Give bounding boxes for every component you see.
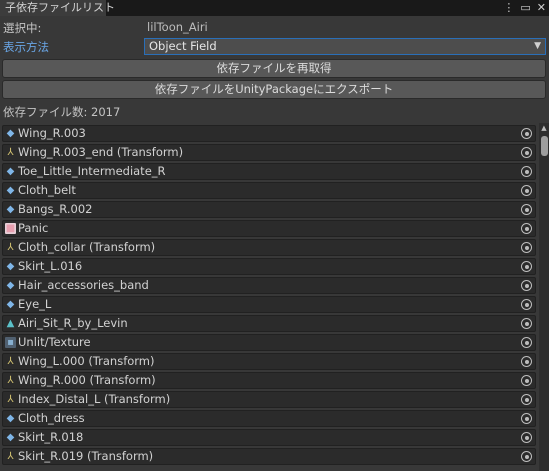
menu-icon[interactable]: ⋮ bbox=[503, 0, 514, 16]
mesh-icon: ◆ bbox=[6, 128, 15, 139]
list-item-label: Unlit/Texture bbox=[18, 335, 91, 349]
list-item-label: Cloth_collar (Transform) bbox=[18, 240, 156, 254]
object-picker-icon[interactable] bbox=[521, 356, 532, 367]
list-item[interactable]: ▲ Airi_Sit_R_by_Levin bbox=[2, 315, 536, 332]
mesh-icon: ◆ bbox=[6, 413, 15, 424]
list-item[interactable]: ◆ Cloth_belt bbox=[2, 182, 536, 199]
list-item-label: Wing_R.003 bbox=[18, 126, 86, 140]
texture-icon: ■ bbox=[5, 223, 16, 234]
export-unitypackage-button[interactable]: 依存ファイルをUnityPackageにエクスポート bbox=[2, 80, 546, 99]
list-item-label: Toe_Little_Intermediate_R bbox=[18, 164, 166, 178]
selected-label: 選択中: bbox=[3, 21, 42, 35]
tab-bar: 子依存ファイルリスト ⋮ ▭ ✕ bbox=[0, 0, 549, 16]
object-picker-icon[interactable] bbox=[521, 204, 532, 215]
list-item[interactable]: ◆ Hair_accessories_band bbox=[2, 277, 536, 294]
transform-icon: ⅄ bbox=[7, 147, 14, 158]
dependency-list: ◆ Wing_R.003 ⅄ Wing_R.003_end (Transform) ◆ T… bbox=[0, 123, 538, 471]
shader-icon: ▪ bbox=[5, 337, 16, 348]
list-item[interactable]: ⅄ Wing_R.003_end (Transform) bbox=[2, 144, 536, 161]
object-picker-icon[interactable] bbox=[521, 185, 532, 196]
list-item-label: Skirt_L.016 bbox=[18, 259, 83, 273]
list-item[interactable]: ◆ Toe_Little_Intermediate_R bbox=[2, 163, 536, 180]
object-picker-icon[interactable] bbox=[521, 242, 532, 253]
list-item-label: Wing_R.003_end (Transform) bbox=[18, 145, 184, 159]
object-picker-icon[interactable] bbox=[521, 223, 532, 234]
list-item-label: Skirt_R.019 (Transform) bbox=[18, 449, 154, 463]
list-item-label: Panic bbox=[18, 221, 49, 235]
list-item-label: Wing_R.000 (Transform) bbox=[18, 373, 156, 387]
list-item[interactable]: ■ Panic bbox=[2, 220, 536, 237]
transform-icon: ⅄ bbox=[7, 394, 14, 405]
object-picker-icon[interactable] bbox=[521, 451, 532, 462]
mesh-icon: ◆ bbox=[6, 166, 15, 177]
object-picker-icon[interactable] bbox=[521, 280, 532, 291]
mesh-icon: ◆ bbox=[6, 432, 15, 443]
scrollbar-thumb[interactable] bbox=[541, 136, 548, 156]
list-item[interactable]: ▪ Unlit/Texture bbox=[2, 334, 536, 351]
mesh-icon: ◆ bbox=[6, 280, 15, 291]
list-item[interactable]: ◆ Bangs_R.002 bbox=[2, 201, 536, 218]
close-icon[interactable]: ✕ bbox=[537, 0, 546, 16]
object-picker-icon[interactable] bbox=[521, 318, 532, 329]
list-item-label: Airi_Sit_R_by_Levin bbox=[18, 316, 128, 330]
list-item-label: Index_Distal_L (Transform) bbox=[18, 392, 171, 406]
object-picker-icon[interactable] bbox=[521, 261, 532, 272]
object-picker-icon[interactable] bbox=[521, 166, 532, 177]
object-picker-icon[interactable] bbox=[521, 299, 532, 310]
object-picker-icon[interactable] bbox=[521, 375, 532, 386]
mesh-icon: ◆ bbox=[6, 204, 15, 215]
list-item-label: Cloth_belt bbox=[18, 183, 76, 197]
list-item[interactable]: ⅄ Skirt_R.019 (Transform) bbox=[2, 448, 536, 465]
scroll-up-arrow[interactable]: ▲ bbox=[539, 123, 549, 133]
display-mode-dropdown[interactable]: Object Field ▼ bbox=[144, 38, 546, 55]
display-mode-value: Object Field bbox=[149, 39, 217, 53]
object-picker-icon[interactable] bbox=[521, 432, 532, 443]
mesh-icon: ◆ bbox=[6, 261, 15, 272]
list-item[interactable]: ⅄ Wing_R.000 (Transform) bbox=[2, 372, 536, 389]
object-picker-icon[interactable] bbox=[521, 128, 532, 139]
vertical-scrollbar[interactable]: ▲ bbox=[539, 123, 549, 471]
list-item[interactable]: ◆ Skirt_L.016 bbox=[2, 258, 536, 275]
list-item[interactable]: ⅄ Cloth_collar (Transform) bbox=[2, 239, 536, 256]
chevron-down-icon: ▼ bbox=[534, 41, 541, 51]
window-controls: ⋮ ▭ ✕ bbox=[503, 0, 546, 16]
selected-value: lilToon_Airi bbox=[147, 20, 208, 34]
list-item-label: Bangs_R.002 bbox=[18, 202, 93, 216]
object-picker-icon[interactable] bbox=[521, 413, 532, 424]
object-picker-icon[interactable] bbox=[521, 147, 532, 158]
transform-icon: ⅄ bbox=[7, 375, 14, 386]
tab-dependency-list[interactable]: 子依存ファイルリスト bbox=[0, 0, 115, 16]
list-item-label: Hair_accessories_band bbox=[18, 278, 149, 292]
list-item[interactable]: ⅄ Index_Distal_L (Transform) bbox=[2, 391, 536, 408]
display-mode-label: 表示方法 bbox=[3, 40, 49, 54]
list-item-label: Eye_L bbox=[18, 297, 52, 311]
maximize-icon[interactable]: ▭ bbox=[520, 0, 530, 16]
object-picker-icon[interactable] bbox=[521, 337, 532, 348]
list-item-label: Cloth_dress bbox=[18, 411, 85, 425]
object-picker-icon[interactable] bbox=[521, 394, 532, 405]
list-item[interactable]: ◆ Cloth_dress bbox=[2, 410, 536, 427]
animation-icon: ▲ bbox=[6, 318, 15, 329]
transform-icon: ⅄ bbox=[7, 451, 14, 462]
mesh-icon: ◆ bbox=[6, 299, 15, 310]
list-item[interactable]: ⅄ Wing_L.000 (Transform) bbox=[2, 353, 536, 370]
transform-icon: ⅄ bbox=[7, 356, 14, 367]
list-item[interactable]: ◆ Skirt_R.018 bbox=[2, 429, 536, 446]
refresh-dependencies-button[interactable]: 依存ファイルを再取得 bbox=[2, 59, 546, 78]
mesh-icon: ◆ bbox=[6, 185, 15, 196]
list-item-label: Wing_L.000 (Transform) bbox=[18, 354, 155, 368]
dependency-count: 依存ファイル数: 2017 bbox=[3, 105, 121, 119]
transform-icon: ⅄ bbox=[7, 242, 14, 253]
list-item-label: Skirt_R.018 bbox=[18, 430, 84, 444]
list-item[interactable]: ◆ Eye_L bbox=[2, 296, 536, 313]
list-item[interactable]: ◆ Wing_R.003 bbox=[2, 125, 536, 142]
